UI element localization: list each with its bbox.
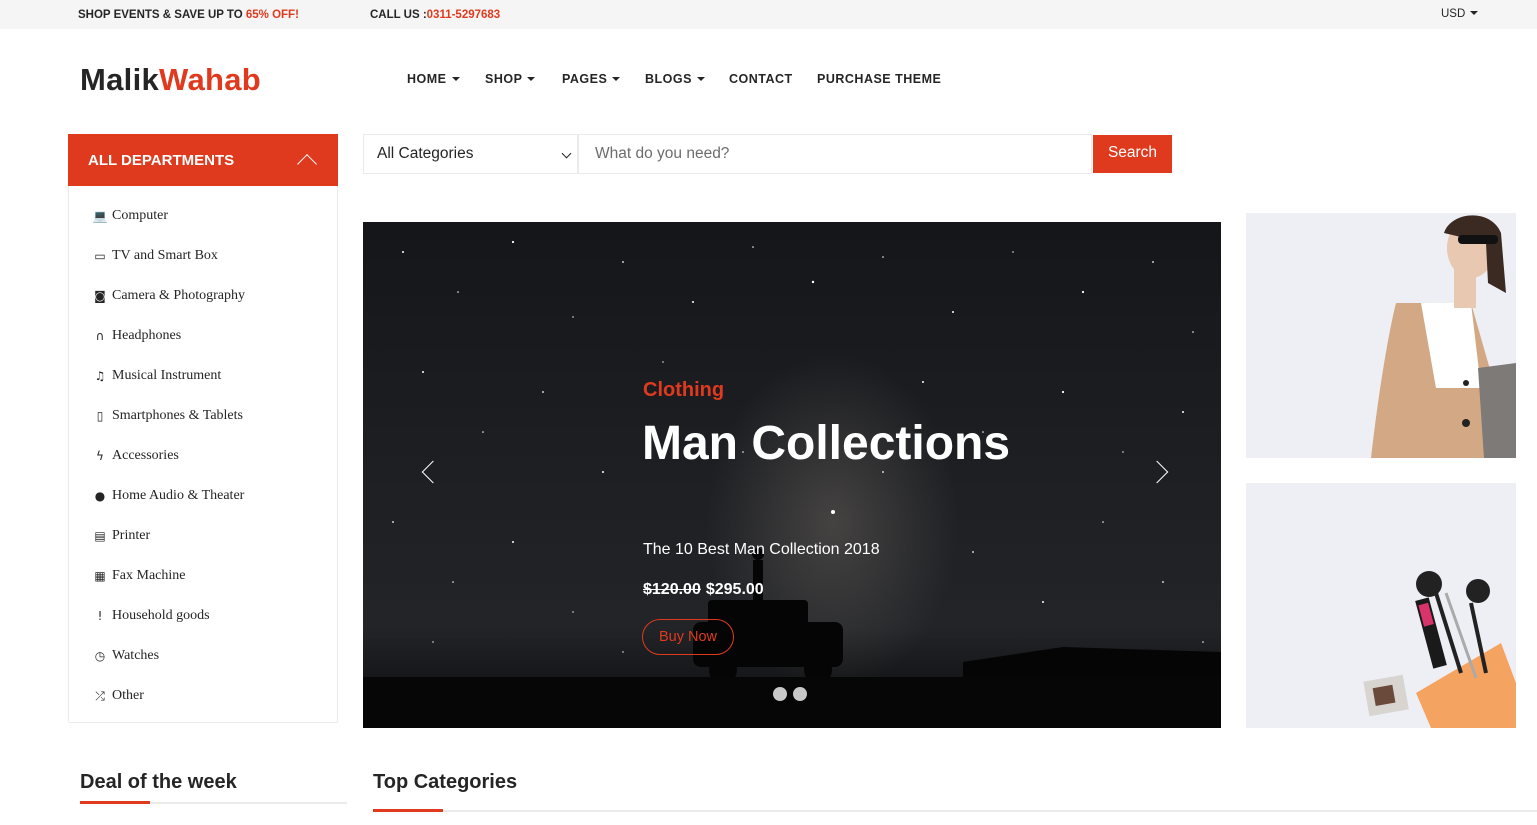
caret-down-icon (696, 76, 705, 81)
hero-kicker: Clothing (643, 379, 725, 401)
music-icon: ♫ (94, 369, 106, 383)
thermometer-icon: ! (97, 609, 103, 623)
slider-dot[interactable] (793, 687, 807, 701)
caret-down-icon (612, 76, 621, 81)
starfield-background (392, 240, 1221, 684)
clock-icon: ◷ (94, 649, 106, 663)
nav-blogs[interactable]: BLOGS (645, 72, 705, 86)
laptop-icon: 💻 (92, 209, 108, 223)
new-price: $295.00 (705, 581, 764, 598)
woman-coat-image (1371, 215, 1516, 458)
site-logo[interactable]: MalikWahab (80, 62, 261, 98)
banner-fashion[interactable] (1246, 213, 1516, 458)
nav-contact[interactable]: CONTACT (729, 72, 793, 86)
search-button[interactable]: Search (1093, 135, 1172, 173)
caret-down-icon (451, 76, 460, 81)
search-input[interactable]: What do you need? (578, 134, 1092, 174)
hero-slider: Clothing Man Collections The 10 Best Man… (363, 222, 1221, 728)
department-item-computer[interactable]: 💻 Computer (69, 208, 337, 248)
slider-dot[interactable] (773, 687, 787, 701)
nav-home[interactable]: HOME (407, 72, 460, 86)
chevron-up-icon (297, 154, 317, 174)
jeep-silhouette (693, 548, 1221, 684)
department-item-tv[interactable]: ▭ TV and Smart Box (69, 248, 337, 288)
department-item-watches[interactable]: ◷ Watches (69, 648, 337, 688)
bolt-icon: ϟ (96, 449, 104, 463)
nav-purchase-theme[interactable]: PURCHASE THEME (817, 72, 941, 86)
banner-cosmetics[interactable] (1246, 483, 1516, 728)
shuffle-icon: ⤮ (95, 689, 105, 703)
makeup-brushes-image (1363, 571, 1516, 728)
currency-selector[interactable]: USD (1441, 8, 1479, 20)
buy-now-button[interactable]: Buy Now (642, 619, 734, 655)
mobile-icon: ▯ (96, 409, 104, 423)
departments-toggle[interactable]: ALL DEPARTMENTS (68, 134, 338, 186)
top-categories-underline-accent (373, 809, 443, 812)
nav-pages[interactable]: PAGES (562, 72, 621, 86)
caret-down-icon (527, 76, 536, 81)
departments-panel: ALL DEPARTMENTS 💻 Computer ▭ TV and Smart … (68, 134, 338, 723)
fax-icon: ▦ (94, 569, 106, 583)
phone-number[interactable]: 0311-5297683 (427, 9, 501, 21)
department-item-printer[interactable]: ▤ Printer (69, 528, 337, 568)
hero-price: $120.00 $295.00 (643, 581, 764, 599)
department-item-headphones[interactable]: ∩ Headphones (69, 328, 337, 368)
hero-subtitle: The 10 Best Man Collection 2018 (643, 541, 880, 558)
old-price: $120.00 (643, 581, 701, 598)
camera-icon: ◙ (94, 289, 106, 303)
departments-list: 💻 Computer ▭ TV and Smart Box ◙ Camera & Ph… (69, 186, 337, 728)
promo-highlight: 65% OFF! (245, 9, 299, 21)
department-item-home-audio[interactable]: ● Home Audio & Theater (69, 488, 337, 528)
promo-text: SHOP EVENTS & SAVE UP TO 65% OFF! (78, 9, 299, 21)
headphones-icon: ∩ (95, 329, 105, 343)
department-item-other[interactable]: ⤮ Other (69, 688, 337, 728)
department-item-smartphones[interactable]: ▯ Smartphones & Tablets (69, 408, 337, 448)
caret-down-icon (1470, 10, 1479, 15)
microphone-icon: ● (94, 489, 106, 503)
desktop-icon: ▭ (94, 249, 106, 263)
call-us: CALL US :0311-5297683 (370, 9, 501, 21)
department-item-musical[interactable]: ♫ Musical Instrument (69, 368, 337, 408)
hero-headline: Man Collections (642, 417, 1011, 470)
printer-icon: ▤ (94, 529, 106, 543)
top-categories-underline (373, 810, 1537, 812)
top-categories-title: Top Categories (373, 771, 518, 793)
slider-dots (773, 687, 813, 706)
nav-shop[interactable]: SHOP (485, 72, 536, 86)
department-item-camera[interactable]: ◙ Camera & Photography (69, 288, 337, 328)
department-item-accessories[interactable]: ϟ Accessories (69, 448, 337, 488)
deal-underline-accent (80, 801, 150, 804)
top-bar: SHOP EVENTS & SAVE UP TO 65% OFF! CALL U… (0, 0, 1537, 29)
chevron-down-icon (561, 148, 572, 159)
category-select[interactable]: All Categories (363, 134, 578, 174)
department-item-household[interactable]: ! Household goods (69, 608, 337, 648)
deal-of-the-week-title: Deal of the week (80, 771, 237, 793)
department-item-fax[interactable]: ▦ Fax Machine (69, 568, 337, 608)
